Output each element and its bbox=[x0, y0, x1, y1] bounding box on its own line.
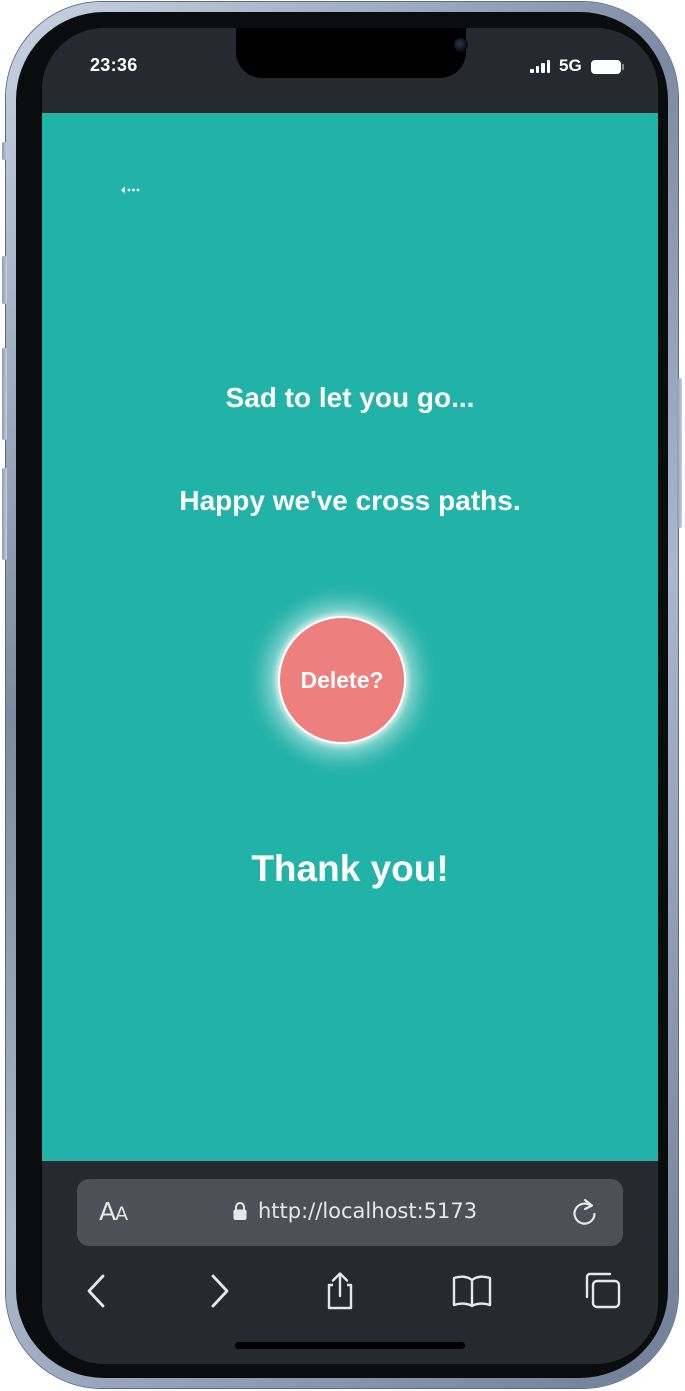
web-content: Sad to let you go... Happy we've cross p… bbox=[42, 113, 658, 1161]
text-size-button[interactable]: AA bbox=[99, 1197, 128, 1226]
thank-you-text: Thank you! bbox=[251, 848, 449, 889]
browser-forward-icon[interactable] bbox=[198, 1271, 238, 1311]
silent-button bbox=[2, 468, 7, 560]
tabs-icon[interactable] bbox=[583, 1271, 623, 1311]
browser-toolbar: AA http://localhost:5173 bbox=[42, 1161, 658, 1364]
back-arrow-icon[interactable] bbox=[120, 185, 144, 195]
cellular-signal-icon bbox=[530, 60, 552, 73]
address-bar[interactable]: AA http://localhost:5173 bbox=[77, 1179, 623, 1246]
action-button bbox=[2, 142, 7, 160]
volume-up-button bbox=[2, 256, 7, 304]
share-icon[interactable] bbox=[320, 1271, 360, 1311]
screen: 23:36 5G Sad to let you go... Happy we'v… bbox=[42, 28, 658, 1364]
farewell-subheading: Happy we've cross paths. bbox=[179, 485, 521, 516]
notch bbox=[236, 28, 468, 78]
volume-down-button bbox=[2, 348, 7, 440]
status-bar: 23:36 5G bbox=[42, 28, 658, 113]
home-indicator bbox=[235, 1342, 465, 1349]
front-camera bbox=[454, 38, 468, 52]
url-text[interactable]: http://localhost:5173 bbox=[258, 1199, 477, 1223]
phone-frame: 23:36 5G Sad to let you go... Happy we'v… bbox=[2, 2, 682, 1388]
battery-icon bbox=[591, 60, 624, 74]
lock-icon bbox=[233, 1202, 247, 1220]
delete-account-button[interactable]: Delete? bbox=[278, 616, 406, 744]
browser-back-icon[interactable] bbox=[78, 1271, 118, 1311]
network-type: 5G bbox=[559, 56, 582, 75]
reload-icon[interactable] bbox=[571, 1197, 599, 1227]
bookmarks-icon[interactable] bbox=[452, 1271, 492, 1311]
farewell-heading: Sad to let you go... bbox=[225, 382, 475, 413]
power-button bbox=[677, 378, 682, 528]
status-time: 23:36 bbox=[90, 55, 138, 75]
